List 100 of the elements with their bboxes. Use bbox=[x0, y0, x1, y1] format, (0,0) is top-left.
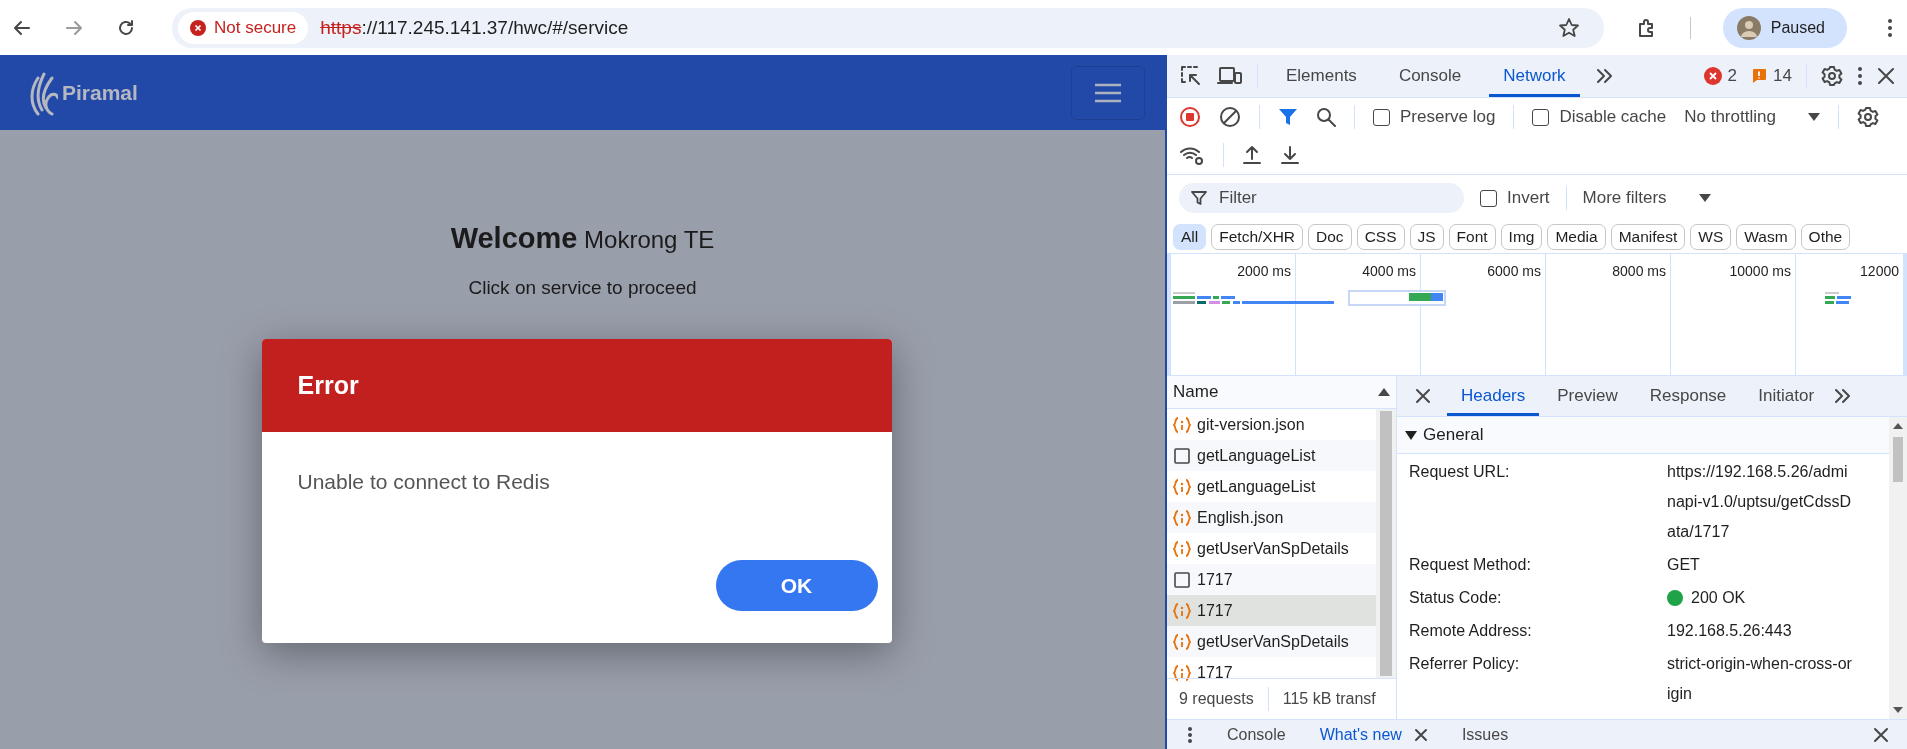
request-name: getLanguageList bbox=[1197, 477, 1316, 496]
menu-button[interactable] bbox=[1071, 65, 1145, 120]
scrollbar[interactable] bbox=[1889, 417, 1907, 719]
request-count: 9 requests bbox=[1179, 690, 1254, 708]
resource-type-filter[interactable]: WS bbox=[1690, 224, 1732, 250]
stop-recording-icon[interactable] bbox=[1179, 106, 1201, 128]
request-row[interactable]: getUserVanSpDetails bbox=[1167, 626, 1376, 657]
more-tabs-icon[interactable] bbox=[1832, 386, 1853, 406]
resource-type-filter[interactable]: Manifest bbox=[1610, 224, 1686, 250]
close-icon[interactable] bbox=[1415, 388, 1431, 404]
resource-type-filter[interactable]: CSS bbox=[1356, 224, 1405, 250]
resource-type-filter[interactable]: Media bbox=[1547, 224, 1606, 250]
drawer-tab[interactable]: Console bbox=[1227, 725, 1286, 744]
address-bar[interactable]: Not secure https://117.245.141.37/hwc/#/service bbox=[172, 7, 1604, 48]
scrollbar-thumb[interactable] bbox=[1893, 437, 1903, 482]
device-toolbar-icon[interactable] bbox=[1217, 65, 1243, 87]
braces-icon bbox=[1173, 632, 1191, 651]
warning-icon bbox=[1751, 68, 1768, 84]
disable-cache-checkbox[interactable] bbox=[1532, 108, 1550, 126]
request-name: git-version.json bbox=[1197, 415, 1305, 434]
drawer-tab[interactable]: What's new bbox=[1319, 725, 1402, 744]
preserve-log-checkbox[interactable] bbox=[1373, 108, 1390, 126]
drawer-tab[interactable]: Issues bbox=[1461, 725, 1509, 744]
invert-checkbox[interactable] bbox=[1480, 189, 1497, 207]
detail-tab[interactable]: Initiator bbox=[1744, 376, 1829, 416]
star-icon[interactable] bbox=[1557, 16, 1580, 39]
sort-up-icon[interactable] bbox=[1378, 388, 1390, 396]
more-vertical-icon[interactable] bbox=[1857, 66, 1863, 86]
resource-type-filter[interactable]: Font bbox=[1448, 224, 1496, 250]
request-row[interactable]: 1717 bbox=[1167, 564, 1376, 595]
request-name: getUserVanSpDetails bbox=[1197, 539, 1349, 558]
resource-type-filter[interactable]: JS bbox=[1409, 224, 1444, 250]
scroll-down-icon bbox=[1893, 707, 1903, 713]
section-header[interactable]: General bbox=[1397, 417, 1889, 454]
request-row[interactable]: 1717 bbox=[1167, 657, 1376, 688]
dialog-title: Error bbox=[261, 339, 892, 432]
resource-type-filter[interactable]: Othe bbox=[1800, 224, 1851, 250]
more-filters-dropdown[interactable]: More filters bbox=[1582, 188, 1711, 208]
request-row[interactable]: getLanguageList bbox=[1167, 471, 1376, 502]
error-icon bbox=[1703, 67, 1722, 85]
braces-icon bbox=[1173, 415, 1191, 434]
wifi-gear-icon[interactable] bbox=[1179, 144, 1205, 166]
header-value: 192.168.5.26:443 bbox=[1667, 621, 1793, 641]
error-count[interactable]: 2 bbox=[1703, 66, 1738, 86]
detail-tab[interactable]: Preview bbox=[1543, 376, 1632, 416]
download-icon[interactable] bbox=[1280, 145, 1300, 165]
request-row[interactable]: getUserVanSpDetails bbox=[1167, 533, 1376, 564]
network-settings-icon[interactable] bbox=[1856, 106, 1879, 128]
close-icon[interactable] bbox=[1877, 67, 1895, 85]
avatar-icon bbox=[1736, 15, 1761, 40]
profile-button[interactable]: Paused bbox=[1722, 7, 1847, 48]
caret-down-icon bbox=[1807, 112, 1820, 122]
security-chip[interactable]: Not secure bbox=[178, 11, 309, 44]
caret-down-icon bbox=[1698, 193, 1711, 203]
ok-button[interactable]: OK bbox=[715, 560, 878, 611]
devtools-tab[interactable]: Network bbox=[1489, 55, 1580, 97]
close-icon[interactable] bbox=[1413, 727, 1428, 742]
filter-bar[interactable]: Filter bbox=[1179, 183, 1464, 213]
header-name: Request URL: bbox=[1409, 462, 1511, 482]
settings-icon[interactable] bbox=[1821, 65, 1843, 87]
document-icon bbox=[1173, 570, 1191, 589]
warning-count[interactable]: 14 bbox=[1751, 66, 1792, 86]
request-row[interactable]: 1717 bbox=[1167, 595, 1376, 626]
dialog-message: Unable to connect to Redis bbox=[296, 469, 551, 494]
filter-icon[interactable] bbox=[1278, 107, 1298, 127]
resource-type-filter[interactable]: Doc bbox=[1308, 224, 1352, 250]
inspect-element-icon[interactable] bbox=[1179, 64, 1203, 88]
request-name: 1717 bbox=[1197, 663, 1233, 682]
request-row[interactable]: getLanguageList bbox=[1167, 440, 1376, 471]
filter-field[interactable]: Filter bbox=[1217, 187, 1421, 209]
resource-type-filter[interactable]: Wasm bbox=[1736, 224, 1796, 250]
more-vertical-icon[interactable] bbox=[1187, 725, 1193, 744]
reload-icon[interactable] bbox=[116, 17, 136, 38]
detail-tab[interactable]: Response bbox=[1635, 376, 1741, 416]
name-column-header[interactable]: Name bbox=[1173, 382, 1219, 402]
search-icon[interactable] bbox=[1316, 107, 1336, 127]
more-vertical-icon[interactable] bbox=[1887, 17, 1893, 38]
resource-type-filter[interactable]: All bbox=[1173, 224, 1207, 250]
menu-icon bbox=[1094, 82, 1122, 103]
header-value: 200 OK bbox=[1691, 588, 1747, 608]
header-value: strict-origin-when-cross-origin bbox=[1667, 654, 1853, 704]
devtools-tab[interactable]: Console bbox=[1384, 55, 1476, 97]
logo-text: Piramal bbox=[62, 80, 138, 105]
security-label: Not secure bbox=[214, 17, 297, 38]
close-icon[interactable] bbox=[1873, 726, 1889, 743]
upload-icon[interactable] bbox=[1242, 145, 1262, 165]
braces-icon bbox=[1173, 508, 1191, 527]
request-row[interactable]: git-version.json bbox=[1167, 409, 1376, 440]
devtools-tab[interactable]: Elements bbox=[1272, 55, 1371, 97]
resource-type-filter[interactable]: Img bbox=[1500, 224, 1543, 250]
instruction-text: Click on service to proceed bbox=[468, 277, 697, 299]
header-name: Remote Address: bbox=[1409, 621, 1533, 641]
clear-icon[interactable] bbox=[1219, 106, 1241, 128]
error-icon bbox=[190, 19, 206, 36]
resource-type-filter[interactable]: Fetch/XHR bbox=[1211, 224, 1304, 250]
braces-icon bbox=[1173, 539, 1191, 558]
request-row[interactable]: English.json bbox=[1167, 502, 1376, 533]
header-name: Request Method: bbox=[1409, 555, 1532, 575]
disable-cache-label: Disable cache bbox=[1559, 107, 1667, 127]
throttling-dropdown[interactable]: No throttling bbox=[1684, 107, 1820, 127]
